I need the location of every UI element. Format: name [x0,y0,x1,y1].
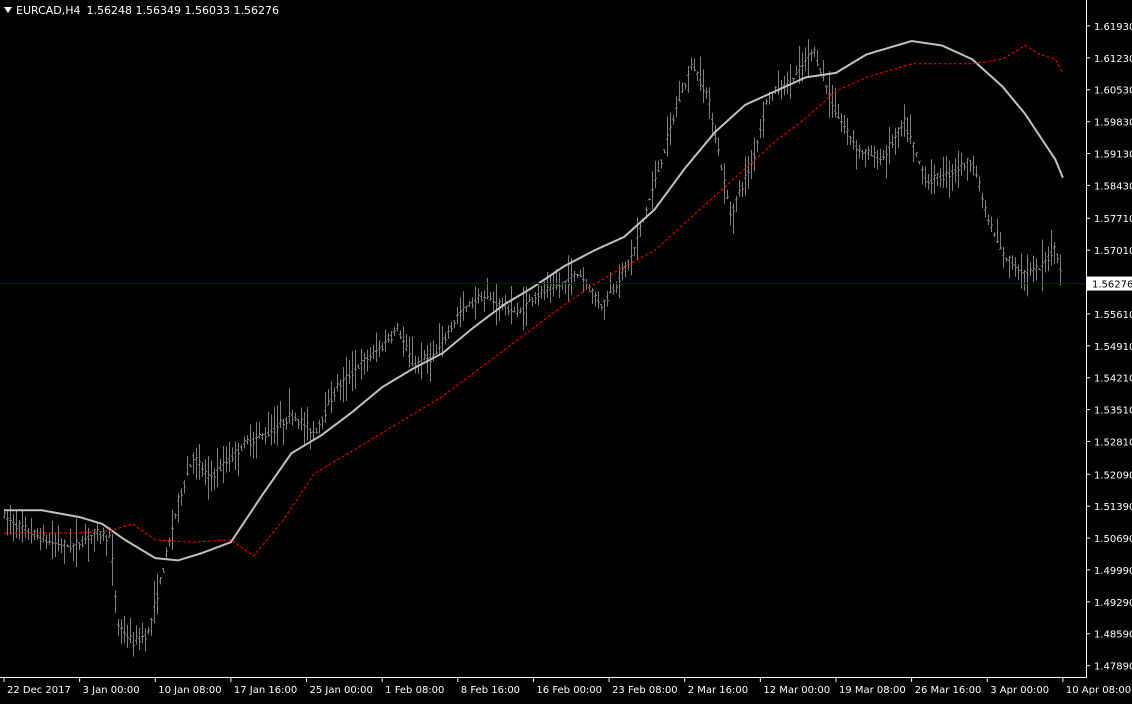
y-tick-label: 1.61230 [1094,54,1132,65]
y-tick-label: 1.52090 [1094,470,1132,481]
y-tick-label: 1.51390 [1094,502,1132,513]
y-tick-label: 1.59130 [1094,150,1132,161]
y-tick-label: 1.53510 [1094,406,1132,417]
y-tick-label: 1.55610 [1094,310,1132,321]
y-tick-label: 1.60530 [1094,86,1132,97]
current-price-label-text: 1.56276 [1092,280,1132,291]
y-tick-label: 1.57710 [1094,214,1132,225]
y-tick-label: 1.57010 [1094,246,1132,257]
current-price-label: 1.56276 [1087,276,1132,291]
ohlc-open: 1.56248 [86,4,133,17]
x-tick-label: 10 Apr 08:00 [1066,685,1131,696]
chart-background [0,0,1132,700]
x-tick-label: 16 Feb 00:00 [536,685,602,696]
y-tick-label: 1.54210 [1094,374,1132,385]
ohlc-high: 1.56349 [135,4,182,17]
x-tick-label: 12 Mar 00:00 [763,685,830,696]
y-tick-label: 1.52810 [1094,437,1132,448]
x-tick-label: 3 Apr 00:00 [990,685,1049,696]
y-tick-label: 1.54910 [1094,342,1132,353]
x-tick-label: 22 Dec 2017 [7,685,71,696]
y-tick-label: 1.47890 [1094,662,1132,673]
y-tick-label: 1.58430 [1094,181,1132,192]
x-tick-label: 10 Jan 08:00 [158,685,221,696]
x-tick-label: 23 Feb 08:00 [612,685,678,696]
x-tick-label: 17 Jan 16:00 [234,685,297,696]
x-tick-label: 1 Feb 08:00 [385,685,444,696]
price-chart[interactable]: 1.61930 1.61230 1.60530 1.59830 1.59130 1.584… [0,0,1132,700]
x-tick-label: 2 Mar 16:00 [688,685,748,696]
ohlc-low: 1.56033 [184,4,231,17]
x-tick-label: 8 Feb 16:00 [461,685,520,696]
chart-header: EURCAD,H4 1.56248 1.56349 1.56033 1.56276 [4,4,279,17]
symbol-label: EURCAD,H4 [16,4,81,17]
y-tick-label: 1.48590 [1094,630,1132,641]
ohlc-close: 1.56276 [233,4,280,17]
x-tick-label: 25 Jan 00:00 [310,685,373,696]
y-tick-label: 1.49990 [1094,566,1132,577]
y-tick-label: 1.61930 [1094,22,1132,33]
x-tick-label: 19 Mar 08:00 [839,685,906,696]
x-tick-label: 26 Mar 16:00 [915,685,982,696]
x-tick-label: 3 Jan 00:00 [83,685,140,696]
chart-menu-triangle-icon[interactable] [4,7,12,13]
chart-window[interactable]: 1.61930 1.61230 1.60530 1.59830 1.59130 1.584… [0,0,1132,700]
y-tick-label: 1.50690 [1094,534,1132,545]
y-tick-label: 1.59830 [1094,118,1132,129]
y-tick-label: 1.49290 [1094,598,1132,609]
